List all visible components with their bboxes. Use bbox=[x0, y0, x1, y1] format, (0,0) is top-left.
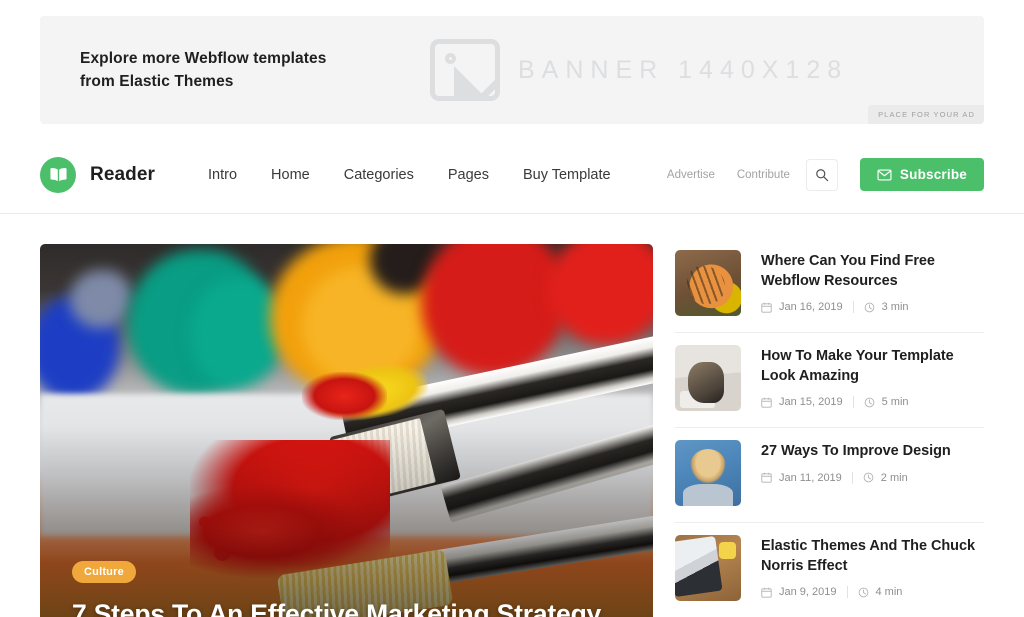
calendar-icon bbox=[761, 472, 772, 483]
place-for-your-ad-label: PLACE FOR YOUR AD bbox=[868, 105, 984, 124]
list-item[interactable]: Where Can You Find Free Webflow Resource… bbox=[675, 246, 984, 333]
article-date: Jan 16, 2019 bbox=[761, 301, 843, 313]
article-read-time: 4 min bbox=[858, 586, 903, 598]
ad-banner-placeholder: BANNER 1440X128 bbox=[430, 39, 984, 101]
calendar-icon bbox=[761, 397, 772, 408]
shouting-person-photo bbox=[675, 440, 741, 506]
article-meta: Jan 9, 2019 4 min bbox=[761, 586, 984, 598]
article-date: Jan 11, 2019 bbox=[761, 472, 842, 484]
list-item[interactable]: How To Make Your Template Look Amazing J… bbox=[675, 333, 984, 428]
laptop-desk-photo bbox=[675, 535, 741, 601]
ad-banner-section: Explore more Webflow templates from Elas… bbox=[0, 0, 1024, 124]
sidebar-article-list: Where Can You Find Free Webflow Resource… bbox=[675, 244, 984, 617]
clock-icon bbox=[858, 587, 869, 598]
subscribe-button[interactable]: Subscribe bbox=[859, 158, 984, 191]
article-meta: Jan 15, 2019 5 min bbox=[761, 396, 984, 408]
ad-banner[interactable]: Explore more Webflow templates from Elas… bbox=[40, 16, 984, 124]
article-meta: Jan 16, 2019 3 min bbox=[761, 301, 984, 313]
article-date-text: Jan 15, 2019 bbox=[779, 396, 843, 408]
nav-link-intro[interactable]: Intro bbox=[208, 167, 237, 183]
subscribe-label: Subscribe bbox=[899, 167, 967, 182]
ad-banner-headline: Explore more Webflow templates from Elas… bbox=[40, 47, 440, 93]
sidebar-article-title: How To Make Your Template Look Amazing bbox=[761, 348, 954, 384]
search-icon bbox=[815, 168, 829, 182]
main-navbar: Reader Intro Home Categories Pages Buy T… bbox=[0, 136, 1024, 214]
ad-banner-size-label: BANNER 1440X128 bbox=[518, 55, 849, 84]
nav-link-categories[interactable]: Categories bbox=[344, 167, 414, 183]
list-item[interactable]: 27 Ways To Improve Design Jan 11, 2019 2… bbox=[675, 428, 984, 523]
nav-link-buy-template[interactable]: Buy Template bbox=[523, 167, 611, 183]
envelope-icon bbox=[877, 169, 892, 181]
ad-headline-line2: from Elastic Themes bbox=[80, 73, 234, 90]
hero-text-block: Culture 7 Steps To An Effective Marketin… bbox=[72, 561, 621, 617]
nav-link-advertise[interactable]: Advertise bbox=[667, 169, 715, 181]
ad-headline-line1: Explore more Webflow templates bbox=[80, 50, 327, 67]
clock-icon bbox=[863, 472, 874, 483]
article-read-time-text: 4 min bbox=[875, 586, 903, 598]
calendar-icon bbox=[761, 302, 772, 313]
image-placeholder-mountain bbox=[434, 63, 496, 97]
brand-name: Reader bbox=[90, 163, 156, 185]
nav-link-contribute[interactable]: Contribute bbox=[737, 169, 790, 181]
article-read-time: 3 min bbox=[864, 301, 909, 313]
navbar-actions: Advertise Contribute Subscribe bbox=[667, 158, 984, 191]
sidebar-article-title: 27 Ways To Improve Design bbox=[761, 443, 951, 459]
brand-logo-link[interactable]: Reader bbox=[40, 156, 156, 193]
article-read-time-text: 3 min bbox=[881, 301, 909, 313]
article-date-text: Jan 16, 2019 bbox=[779, 301, 843, 313]
person-sitting-photo bbox=[675, 345, 741, 411]
book-icon bbox=[40, 156, 76, 193]
article-date: Jan 15, 2019 bbox=[761, 396, 843, 408]
butterfly-photo bbox=[675, 250, 741, 316]
article-read-time: 5 min bbox=[864, 396, 909, 408]
search-button[interactable] bbox=[805, 158, 838, 191]
hero-category-badge[interactable]: Culture bbox=[72, 561, 136, 583]
article-date: Jan 9, 2019 bbox=[761, 586, 837, 598]
featured-article-card[interactable]: Culture 7 Steps To An Effective Marketin… bbox=[40, 244, 653, 617]
list-item[interactable]: Elastic Themes And The Chuck Norris Effe… bbox=[675, 523, 984, 617]
article-read-time-text: 2 min bbox=[880, 471, 908, 484]
hero-title: 7 Steps To An Effective Marketing Strate… bbox=[72, 599, 602, 617]
nav-links: Intro Home Categories Pages Buy Template bbox=[208, 167, 611, 183]
meta-divider bbox=[852, 301, 854, 313]
clock-icon bbox=[864, 397, 875, 408]
article-read-time-text: 5 min bbox=[881, 396, 909, 408]
article-date-text: Jan 11, 2019 bbox=[779, 471, 842, 484]
article-date-text: Jan 9, 2019 bbox=[779, 586, 837, 598]
meta-divider bbox=[846, 586, 848, 598]
meta-divider bbox=[851, 471, 853, 484]
clock-icon bbox=[864, 302, 875, 313]
sidebar-article-title: Elastic Themes And The Chuck Norris Effe… bbox=[761, 538, 976, 574]
sidebar-article-title: Where Can You Find Free Webflow Resource… bbox=[761, 253, 935, 289]
calendar-icon bbox=[761, 587, 772, 598]
article-read-time: 2 min bbox=[863, 472, 908, 484]
article-meta: Jan 11, 2019 2 min bbox=[761, 471, 984, 484]
image-placeholder-icon bbox=[430, 39, 500, 101]
main-content: Culture 7 Steps To An Effective Marketin… bbox=[0, 214, 1024, 617]
nav-link-home[interactable]: Home bbox=[271, 167, 310, 183]
meta-divider bbox=[852, 396, 854, 408]
nav-link-pages[interactable]: Pages bbox=[448, 167, 489, 183]
